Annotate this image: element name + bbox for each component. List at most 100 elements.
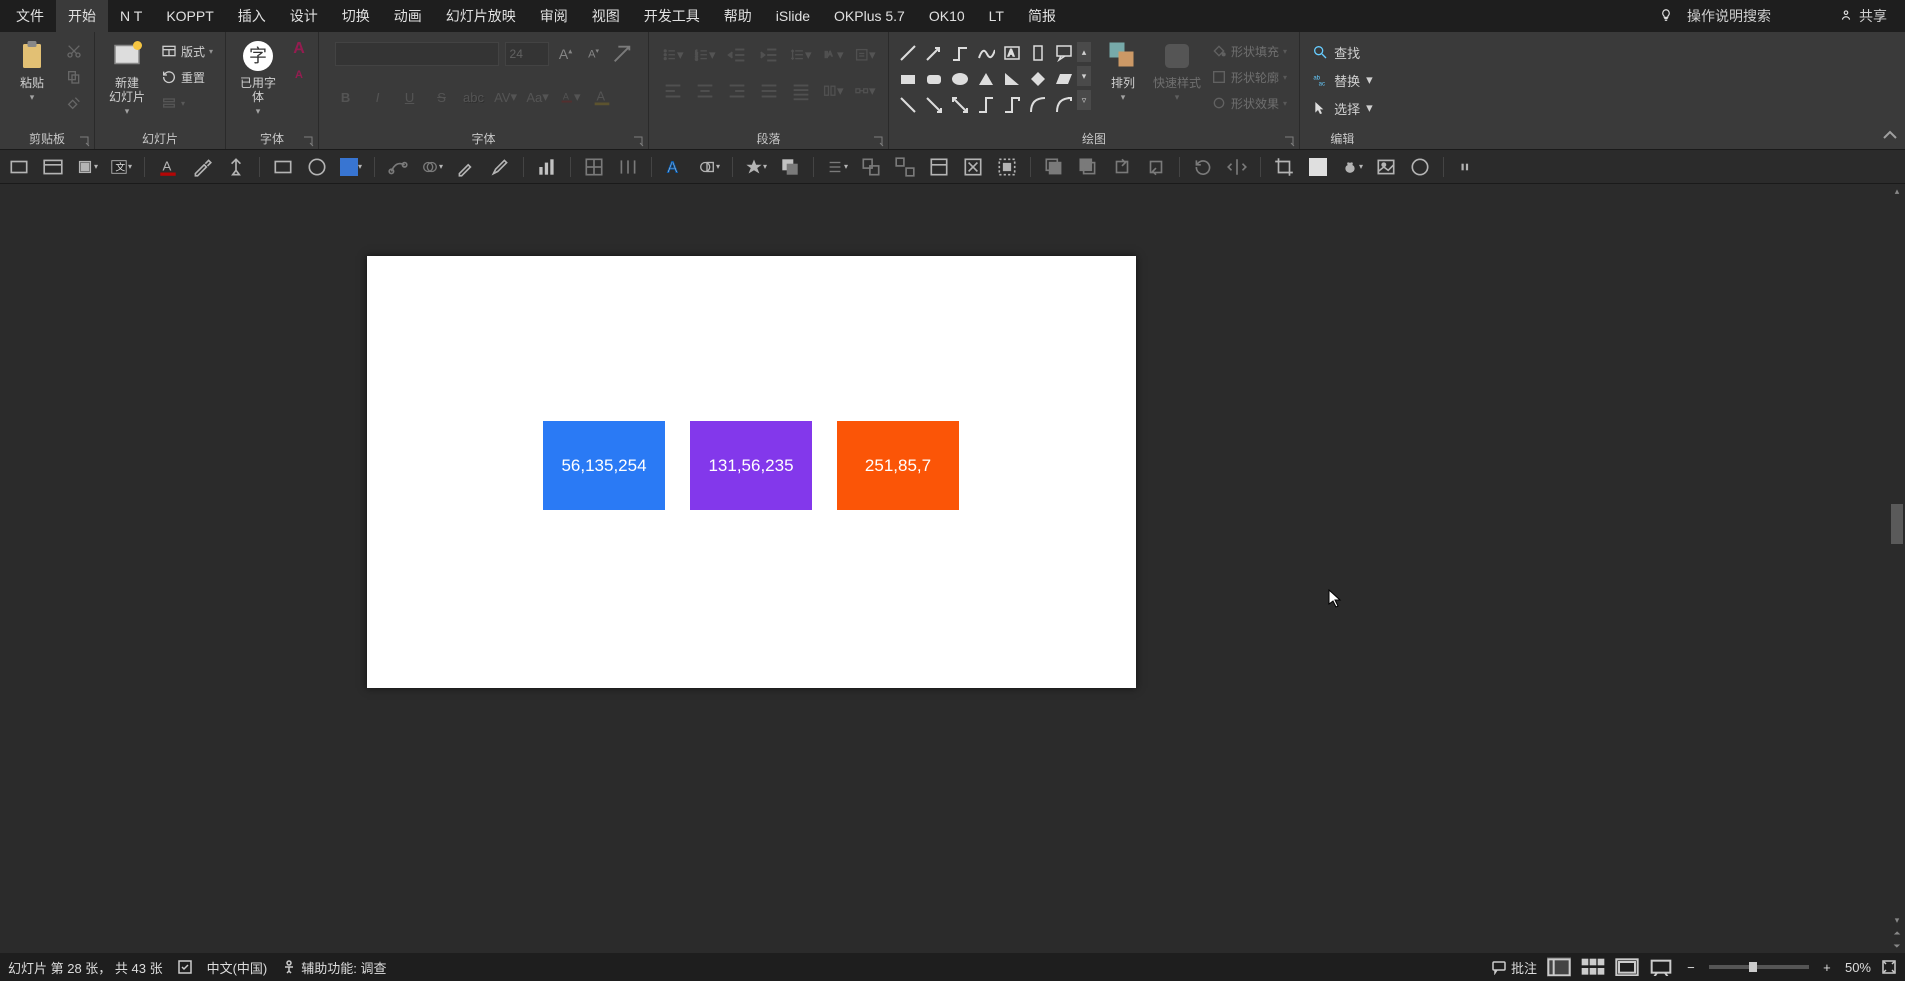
shape-callout-icon[interactable] xyxy=(1053,42,1075,64)
shape-oval-icon[interactable] xyxy=(949,68,971,90)
qat-distribute-h-icon[interactable] xyxy=(617,156,639,178)
qat-shape-fx-icon[interactable]: ▾ xyxy=(698,156,720,178)
qat-merge-icon[interactable]: ▾ xyxy=(421,156,443,178)
align-left-button[interactable] xyxy=(662,80,684,102)
vertical-scrollbar[interactable]: ▴ ▾ ⏶ ⏷ xyxy=(1889,184,1905,953)
tab-developer[interactable]: 开发工具 xyxy=(632,0,712,32)
qat-eyedropper-icon[interactable] xyxy=(191,156,213,178)
spellcheck-button[interactable] xyxy=(177,959,193,975)
next-slide-button[interactable]: ⏷ xyxy=(1889,939,1905,953)
shape-curve2-icon[interactable] xyxy=(1001,94,1023,116)
tab-ok10[interactable]: OK10 xyxy=(917,0,977,32)
font-decrease-button[interactable]: A xyxy=(288,64,310,86)
prev-slide-button[interactable]: ⏶ xyxy=(1889,926,1905,940)
gallery-scroll-up[interactable]: ▴ xyxy=(1077,42,1091,62)
indent-decrease-button[interactable] xyxy=(726,44,748,66)
tab-lt[interactable]: LT xyxy=(977,0,1016,32)
tab-animations[interactable]: 动画 xyxy=(382,0,434,32)
accessibility-button[interactable]: 辅助功能: 调查 xyxy=(281,958,386,977)
cut-button[interactable] xyxy=(62,40,86,62)
zoom-knob[interactable] xyxy=(1749,962,1757,972)
qat-wordart-icon[interactable]: A xyxy=(664,156,686,178)
tab-brief[interactable]: 简报 xyxy=(1016,0,1068,32)
align-text-button[interactable]: ▾ xyxy=(854,44,876,66)
shape-connector-icon[interactable] xyxy=(949,42,971,64)
qat-layer-icon[interactable] xyxy=(779,156,801,178)
shape-curve4-icon[interactable] xyxy=(1053,94,1075,116)
shape-textbox-icon[interactable]: A xyxy=(1001,42,1023,64)
tab-nt[interactable]: N T xyxy=(108,0,154,32)
slide-canvas-area[interactable]: 56,135,254 131,56,235 251,85,7 ▴ ▾ ⏶ ⏷ xyxy=(0,184,1905,953)
paste-button[interactable]: 粘贴 ▾ xyxy=(8,36,56,103)
underline-button[interactable]: U xyxy=(399,86,421,108)
tab-help[interactable]: 帮助 xyxy=(712,0,764,32)
shape-freeform-icon[interactable] xyxy=(975,42,997,64)
tab-slideshow[interactable]: 幻灯片放映 xyxy=(434,0,528,32)
slide-counter[interactable]: 幻灯片 第 28 张， 共 43 张 xyxy=(8,958,163,977)
smartart-button[interactable]: ▾ xyxy=(854,80,876,102)
shape-arrow1-icon[interactable] xyxy=(897,94,919,116)
select-button[interactable]: 选择▾ xyxy=(1308,96,1377,120)
qat-icon-2[interactable] xyxy=(42,156,64,178)
language-indicator[interactable]: 中文(中国) xyxy=(207,958,268,977)
tab-insert[interactable]: 插入 xyxy=(226,0,278,32)
strike-button[interactable]: S xyxy=(431,86,453,108)
qat-send-back-icon[interactable] xyxy=(1077,156,1099,178)
section-button[interactable]: ▾ xyxy=(157,92,217,114)
align-center-button[interactable] xyxy=(694,80,716,102)
shape-line-icon[interactable] xyxy=(897,42,919,64)
shape-rtriangle-icon[interactable] xyxy=(1001,68,1023,90)
used-font-button[interactable]: 字 已用字 体 ▾ xyxy=(234,36,282,117)
align-justify-button[interactable] xyxy=(758,80,780,102)
indent-increase-button[interactable] xyxy=(758,44,780,66)
shape-vtext-icon[interactable] xyxy=(1027,42,1049,64)
shadow-button[interactable]: abc xyxy=(463,86,485,108)
qat-group-icon[interactable] xyxy=(860,156,882,178)
qat-close-pane-icon[interactable] xyxy=(962,156,984,178)
normal-view-button[interactable] xyxy=(1547,957,1571,977)
slide[interactable]: 56,135,254 131,56,235 251,85,7 xyxy=(367,256,1136,688)
slideshow-view-button[interactable] xyxy=(1649,957,1673,977)
find-button[interactable]: 查找 xyxy=(1308,40,1377,64)
tab-islide[interactable]: iSlide xyxy=(764,0,822,32)
new-slide-button[interactable]: 新建 幻灯片 ▾ xyxy=(103,36,151,117)
qat-rect-icon[interactable] xyxy=(272,156,294,178)
drawing-launcher[interactable] xyxy=(1283,135,1295,147)
italic-button[interactable]: I xyxy=(367,86,389,108)
shape-arrow2-icon[interactable] xyxy=(923,94,945,116)
qat-select-all-icon[interactable] xyxy=(996,156,1018,178)
highlight-button[interactable]: A xyxy=(591,86,613,108)
font-size-combo[interactable]: 24 xyxy=(505,42,549,66)
change-case-button[interactable]: Aa▾ xyxy=(527,86,549,108)
qat-circle-icon[interactable] xyxy=(306,156,328,178)
shape-curve3-icon[interactable] xyxy=(1027,94,1049,116)
shape-arrow3-icon[interactable] xyxy=(949,94,971,116)
bullets-button[interactable]: ▾ xyxy=(662,44,684,66)
shape-roundrect-icon[interactable] xyxy=(923,68,945,90)
qat-icon-1[interactable] xyxy=(8,156,30,178)
qat-font-color-icon[interactable]: A xyxy=(157,156,179,178)
qat-magic-icon[interactable]: ▾ xyxy=(1341,156,1363,178)
qat-flip-icon[interactable] xyxy=(1226,156,1248,178)
scroll-up-button[interactable]: ▴ xyxy=(1889,184,1905,198)
qat-backward-icon[interactable] xyxy=(1145,156,1167,178)
gallery-scroll-down[interactable]: ▾ xyxy=(1077,66,1091,86)
font-increase-button[interactable]: A xyxy=(288,38,310,60)
font-family-combo[interactable] xyxy=(335,42,499,66)
share-button[interactable]: 共享 xyxy=(1839,6,1887,26)
qat-brush-icon[interactable] xyxy=(489,156,511,178)
char-spacing-button[interactable]: AV▾ xyxy=(495,86,517,108)
qat-icon-3[interactable]: ▾ xyxy=(76,156,98,178)
gallery-expand[interactable]: ▿ xyxy=(1077,90,1091,110)
shape-parallelogram-icon[interactable] xyxy=(1053,68,1075,90)
numbering-button[interactable]: 123▾ xyxy=(694,44,716,66)
box-blue[interactable]: 56,135,254 xyxy=(543,421,665,510)
tab-review[interactable]: 审阅 xyxy=(528,0,580,32)
copy-button[interactable] xyxy=(62,66,86,88)
box-orange[interactable]: 251,85,7 xyxy=(837,421,959,510)
box-purple[interactable]: 131,56,235 xyxy=(690,421,812,510)
qat-ungroup-icon[interactable] xyxy=(894,156,916,178)
zoom-in-button[interactable]: + xyxy=(1819,959,1835,975)
tab-transitions[interactable]: 切换 xyxy=(330,0,382,32)
scroll-down-button[interactable]: ▾ xyxy=(1889,913,1905,927)
